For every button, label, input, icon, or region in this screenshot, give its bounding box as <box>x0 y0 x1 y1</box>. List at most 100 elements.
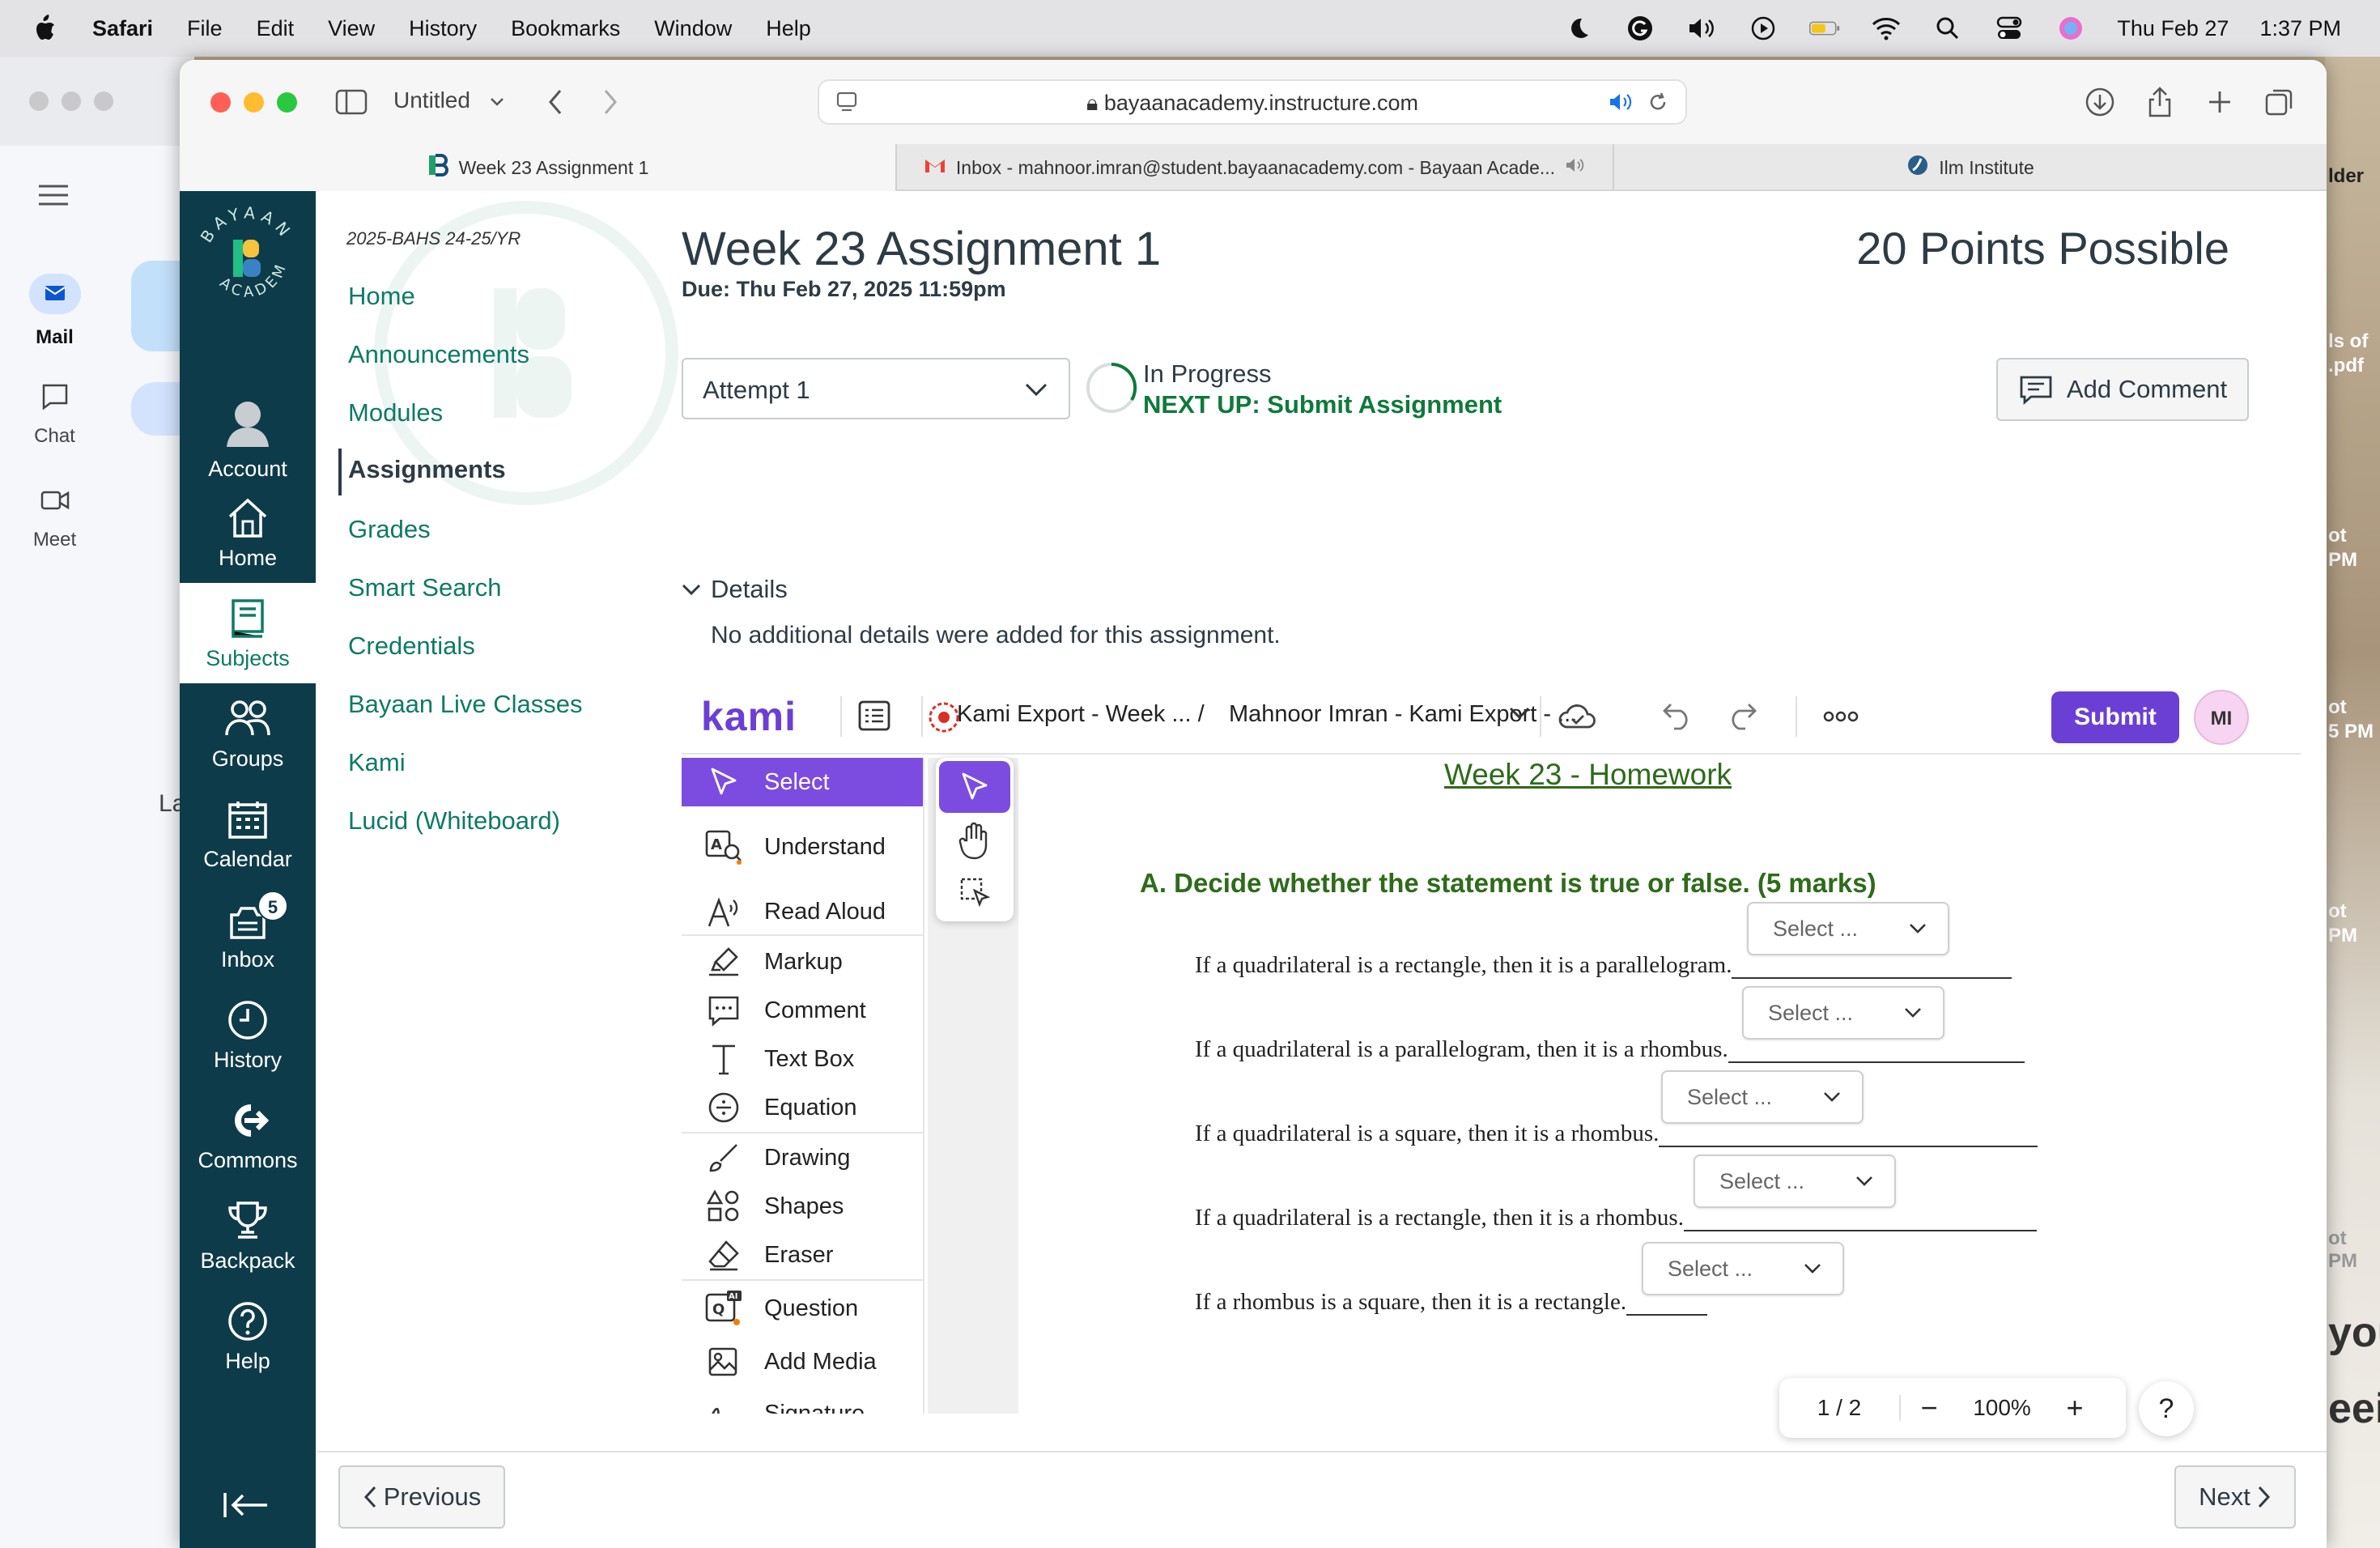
gmail-nav-mail[interactable]: Mail <box>0 274 109 349</box>
sidebar-toggle-icon[interactable] <box>334 84 369 120</box>
tool-markup[interactable]: Markup <box>682 938 923 986</box>
zoom-in-button[interactable]: + <box>2046 1391 2103 1425</box>
grammarly-icon[interactable] <box>1625 13 1655 44</box>
tab-audio-icon[interactable] <box>1608 91 1635 117</box>
kami-document-breadcrumb[interactable]: Kami Export - Week ... / <box>957 701 1205 728</box>
zoom-level[interactable]: 100% <box>1957 1395 2046 1421</box>
wifi-icon[interactable] <box>1871 13 1902 44</box>
course-nav-assignments[interactable]: Assignments <box>338 449 506 495</box>
menu-view[interactable]: View <box>328 16 375 41</box>
page-indicator[interactable]: 1 / 2 <box>1779 1395 1901 1421</box>
tool-add-media[interactable]: Add Media <box>682 1337 923 1386</box>
gmail-nav-meet[interactable]: Meet <box>0 484 109 551</box>
answer-select-2[interactable]: Select ... <box>1742 986 1944 1040</box>
global-nav-home[interactable]: Home <box>180 483 316 583</box>
tab-group-name[interactable]: Untitled <box>393 87 470 113</box>
new-tab-icon[interactable] <box>2202 84 2238 120</box>
global-nav-backpack[interactable]: Backpack <box>180 1185 316 1286</box>
previous-button[interactable]: Previous <box>338 1465 505 1529</box>
subtool-select[interactable] <box>939 761 1010 813</box>
undo-icon[interactable] <box>1661 701 1694 734</box>
menubar-time[interactable]: 1:37 PM <box>2259 16 2341 41</box>
global-nav-history[interactable]: History <box>180 985 316 1085</box>
menu-window[interactable]: Window <box>654 16 732 41</box>
siri-icon[interactable] <box>2055 13 2086 44</box>
url-text[interactable]: 🔒︎ bayaanacademy.instructure.com <box>819 91 1685 117</box>
global-nav-help[interactable]: Help <box>180 1286 316 1386</box>
collapse-nav-icon[interactable] <box>223 1491 269 1519</box>
details-toggle[interactable]: Details <box>682 575 788 604</box>
global-nav-account[interactable]: Account <box>180 382 316 483</box>
tool-equation[interactable]: Equation <box>682 1083 923 1132</box>
chevron-down-icon[interactable] <box>1509 706 1530 725</box>
redo-icon[interactable] <box>1726 701 1758 734</box>
tool-select[interactable]: Select <box>682 758 923 806</box>
course-nav-credentials[interactable]: Credentials <box>348 632 475 661</box>
tab-overview-icon[interactable] <box>2262 84 2297 120</box>
kami-user-avatar[interactable]: MI <box>2194 690 2249 745</box>
window-close-button[interactable] <box>29 91 49 111</box>
course-nav-grades[interactable]: Grades <box>348 515 431 544</box>
menu-edit[interactable]: Edit <box>257 16 295 41</box>
spotlight-search-icon[interactable] <box>1932 13 1963 44</box>
tab-audio-icon[interactable] <box>1565 156 1586 179</box>
tool-question[interactable]: Q AI Question <box>682 1284 923 1333</box>
tool-text-box[interactable]: Text Box <box>682 1035 923 1083</box>
zoom-button[interactable] <box>277 92 297 113</box>
more-options-icon[interactable] <box>1823 711 1859 726</box>
reload-icon[interactable] <box>1647 91 1669 117</box>
subtool-pan[interactable] <box>939 814 1010 866</box>
tool-read-aloud[interactable]: Read Aloud <box>682 887 923 936</box>
global-nav-groups[interactable]: Groups <box>180 683 316 784</box>
play-icon[interactable] <box>1748 13 1779 44</box>
downloads-icon[interactable] <box>2082 84 2118 120</box>
attempt-select[interactable]: Attempt 1 <box>682 358 1070 419</box>
apple-icon[interactable] <box>32 15 57 42</box>
volume-icon[interactable] <box>1686 13 1717 44</box>
forward-icon[interactable] <box>593 84 628 120</box>
tab-ilm-institute[interactable]: Ilm Institute <box>1614 144 2327 191</box>
answer-select-1[interactable]: Select ... <box>1747 902 1949 955</box>
window-zoom-button[interactable] <box>94 91 113 111</box>
address-bar[interactable]: 🔒︎ bayaanacademy.instructure.com <box>818 79 1687 125</box>
tool-understand[interactable]: A Understand <box>682 823 923 871</box>
tool-drawing[interactable]: Drawing <box>682 1133 923 1182</box>
answer-select-4[interactable]: Select ... <box>1694 1155 1896 1208</box>
course-nav-kami[interactable]: Kami <box>348 748 406 777</box>
document-outline-icon[interactable] <box>856 700 892 736</box>
tab-group-chevron-icon[interactable] <box>479 84 515 120</box>
kami-logo[interactable]: kami <box>701 693 797 740</box>
gmail-menu-icon[interactable] <box>37 183 70 207</box>
close-button[interactable] <box>210 92 231 113</box>
global-nav-subjects[interactable]: Subjects <box>180 583 316 683</box>
tool-shapes[interactable]: Shapes <box>682 1182 923 1231</box>
next-button[interactable]: Next <box>2174 1465 2296 1529</box>
bayaan-academy-logo[interactable]: BAYAAN ACADEMY <box>182 188 306 317</box>
course-nav-bayaan-live-classes[interactable]: Bayaan Live Classes <box>348 690 583 719</box>
control-center-icon[interactable] <box>1994 13 2025 44</box>
moon-icon[interactable] <box>1563 13 1594 44</box>
menu-app-name[interactable]: Safari <box>92 16 153 41</box>
global-nav-calendar[interactable]: Calendar <box>180 784 316 884</box>
answer-select-5[interactable]: Select ... <box>1642 1242 1844 1295</box>
window-minimize-button[interactable] <box>62 91 81 111</box>
menu-help[interactable]: Help <box>766 16 811 41</box>
tool-eraser[interactable]: Eraser <box>682 1231 923 1279</box>
gmail-nav-chat[interactable]: Chat <box>0 381 109 448</box>
course-nav-smart-search[interactable]: Smart Search <box>348 573 502 602</box>
menu-bookmarks[interactable]: Bookmarks <box>511 16 620 41</box>
back-icon[interactable] <box>538 84 573 120</box>
kami-submit-button[interactable]: Submit <box>2051 691 2179 743</box>
menu-history[interactable]: History <box>409 16 477 41</box>
course-nav-lucid[interactable]: Lucid (Whiteboard) <box>348 806 560 836</box>
course-nav-announcements[interactable]: Announcements <box>348 340 529 369</box>
share-icon[interactable] <box>2142 84 2178 120</box>
menu-file[interactable]: File <box>187 16 223 41</box>
global-nav-commons[interactable]: Commons <box>180 1085 316 1185</box>
menubar-date[interactable]: Thu Feb 27 <box>2117 16 2229 41</box>
cloud-saved-icon[interactable] <box>1558 701 1598 734</box>
zoom-out-button[interactable]: − <box>1901 1391 1957 1425</box>
course-nav-modules[interactable]: Modules <box>348 398 443 427</box>
tool-signature[interactable]: Signature <box>682 1389 923 1414</box>
tool-comment[interactable]: Comment <box>682 986 923 1035</box>
